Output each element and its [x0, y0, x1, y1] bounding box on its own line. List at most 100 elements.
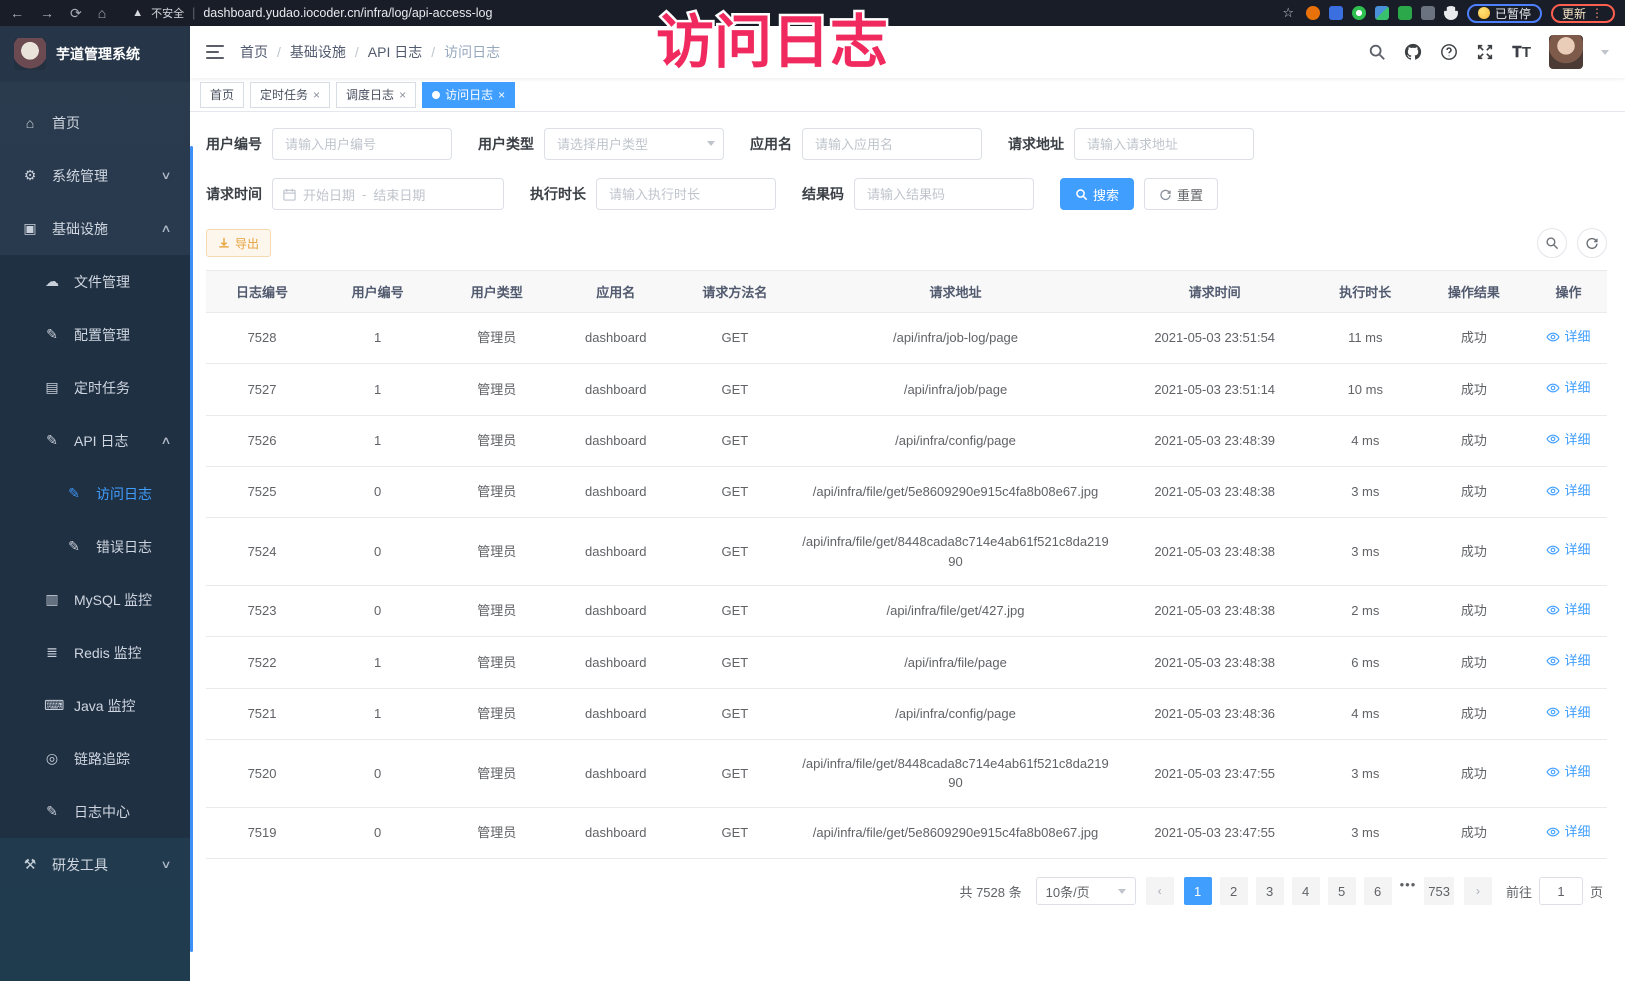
toggle-search-button[interactable] [1537, 228, 1567, 258]
date-range-picker[interactable]: 开始日期 - 结束日期 [272, 178, 504, 210]
github-icon[interactable] [1404, 43, 1422, 61]
search-button[interactable]: 搜索 [1060, 178, 1134, 210]
page-ellipsis[interactable]: ••• [1400, 877, 1417, 905]
extension-icon[interactable] [1306, 6, 1320, 20]
page-button-753[interactable]: 753 [1424, 877, 1454, 905]
next-page-button[interactable]: › [1464, 877, 1492, 905]
sidebar-item-trace[interactable]: ◎链路追踪 [0, 732, 190, 785]
sidebar-item-error-log[interactable]: ✎错误日志 [0, 520, 190, 573]
cell-request-url: /api/infra/file/get/5e8609290e915c4fa8b0… [794, 807, 1116, 858]
sidebar-item-infra[interactable]: ▣基础设施∧ [0, 202, 190, 255]
close-icon[interactable]: × [313, 88, 320, 102]
sidebar-item-job[interactable]: ▤定时任务 [0, 361, 190, 414]
detail-link[interactable]: 详细 [1546, 762, 1590, 782]
request-url-input[interactable] [1074, 128, 1254, 160]
page-button-3[interactable]: 3 [1256, 877, 1284, 905]
prev-page-button[interactable]: ‹ [1146, 877, 1174, 905]
log-icon: ✎ [66, 485, 82, 502]
filter-row-2: 请求时间 开始日期 - 结束日期 执行时长 结果码 [206, 178, 1607, 210]
hamburger-icon[interactable] [206, 45, 224, 59]
sidebar-item-java[interactable]: ⌨Java 监控 [0, 679, 190, 732]
eye-icon [1546, 381, 1560, 395]
help-icon[interactable] [1440, 43, 1458, 61]
avatar[interactable] [1549, 35, 1583, 69]
detail-link[interactable]: 详细 [1546, 481, 1590, 501]
update-badge[interactable]: 更新⋮ [1551, 4, 1615, 23]
reset-button[interactable]: 重置 [1144, 178, 1218, 210]
url-text[interactable]: dashboard.yudao.iocoder.cn/infra/log/api… [203, 6, 492, 20]
extension-icon[interactable] [1375, 6, 1389, 20]
scrollbar-thumb[interactable] [190, 146, 193, 952]
duration-input[interactable] [596, 178, 776, 210]
cell-app-name: dashboard [556, 739, 675, 807]
detail-link[interactable]: 详细 [1546, 651, 1590, 671]
browser-back-icon[interactable]: ← [10, 5, 24, 22]
goto-page-input[interactable] [1539, 877, 1583, 905]
sidebar-item-dev-tools[interactable]: ⚒研发工具∨ [0, 838, 190, 891]
extension-icon[interactable] [1352, 6, 1366, 20]
tab-定时任务[interactable]: 定时任务× [250, 82, 330, 108]
extension-icon[interactable] [1329, 6, 1343, 20]
cell-user-type: 管理员 [437, 688, 556, 739]
sidebar-logo[interactable]: 芋道管理系统 [0, 26, 190, 82]
refresh-table-button[interactable] [1577, 228, 1607, 258]
app-name-input[interactable] [802, 128, 982, 160]
detail-link[interactable]: 详细 [1546, 822, 1590, 842]
sidebar-item-redis[interactable]: ≣Redis 监控 [0, 626, 190, 679]
detail-link[interactable]: 详细 [1546, 540, 1590, 560]
paused-badge[interactable]: 已暂停 [1467, 4, 1542, 23]
breadcrumb-item[interactable]: 首页 [240, 42, 268, 62]
page-size-select[interactable]: 10条/页 [1036, 877, 1136, 905]
breadcrumb-item[interactable]: API 日志 [368, 42, 422, 62]
user-type-select[interactable] [544, 128, 724, 160]
close-icon[interactable]: × [399, 88, 406, 102]
tab-访问日志[interactable]: 访问日志× [422, 82, 515, 108]
browser-forward-icon[interactable]: → [40, 5, 54, 22]
tab-首页[interactable]: 首页 [200, 82, 244, 108]
browser-reload-icon[interactable]: ⟳ [70, 5, 82, 22]
export-button[interactable]: 导出 [206, 229, 271, 257]
sidebar-item-system[interactable]: ⚙系统管理∨ [0, 149, 190, 202]
detail-link[interactable]: 详细 [1546, 378, 1590, 398]
puzzle-extension-icon[interactable] [1444, 6, 1458, 20]
security-label[interactable]: 不安全 [151, 5, 184, 21]
page-button-2[interactable]: 2 [1220, 877, 1248, 905]
close-icon[interactable]: × [498, 88, 505, 102]
cell-log-id: 7519 [206, 807, 318, 858]
font-size-icon[interactable]: 𝐓T [1512, 44, 1531, 61]
detail-link[interactable]: 详细 [1546, 430, 1590, 450]
result-code-input[interactable] [854, 178, 1034, 210]
browser-menu-icon[interactable]: ⋮ [1591, 6, 1604, 20]
date-start-placeholder[interactable]: 开始日期 [303, 185, 355, 204]
extension-icon[interactable] [1421, 6, 1435, 20]
browser-home-icon[interactable]: ⌂ [98, 5, 106, 22]
sidebar-item-file[interactable]: ☁文件管理 [0, 255, 190, 308]
sidebar-item-mysql[interactable]: ▥MySQL 监控 [0, 573, 190, 626]
chevron-down-icon[interactable] [1601, 50, 1609, 55]
detail-link[interactable]: 详细 [1546, 327, 1590, 347]
cell-actions: 详细 [1530, 466, 1607, 517]
sidebar-item-home[interactable]: ⌂首页 [0, 96, 190, 149]
table-row: 75211管理员dashboardGET/api/infra/config/pa… [206, 688, 1607, 739]
tab-调度日志[interactable]: 调度日志× [336, 82, 416, 108]
sidebar-item-api-log[interactable]: ✎API 日志∧ [0, 414, 190, 467]
sidebar-item-config[interactable]: ✎配置管理 [0, 308, 190, 361]
sidebar-item-log-center[interactable]: ✎日志中心 [0, 785, 190, 838]
user-type-select-input[interactable] [544, 128, 724, 160]
search-icon[interactable] [1368, 43, 1386, 61]
user-id-input[interactable] [272, 128, 452, 160]
detail-link[interactable]: 详细 [1546, 600, 1590, 620]
column-header: 请求方法名 [675, 271, 794, 313]
date-end-placeholder[interactable]: 结束日期 [373, 185, 425, 204]
sidebar-item-access-log[interactable]: ✎访问日志 [0, 467, 190, 520]
page-button-4[interactable]: 4 [1292, 877, 1320, 905]
address-bar[interactable]: ▲ 不安全 | dashboard.yudao.iocoder.cn/infra… [118, 5, 1294, 21]
breadcrumb-item[interactable]: 基础设施 [290, 42, 346, 62]
fullscreen-icon[interactable] [1476, 43, 1494, 61]
translate-extension-icon[interactable] [1398, 6, 1412, 20]
detail-link[interactable]: 详细 [1546, 703, 1590, 723]
bookmark-star-icon[interactable]: ☆ [1282, 5, 1294, 21]
page-button-5[interactable]: 5 [1328, 877, 1356, 905]
page-button-1[interactable]: 1 [1184, 877, 1212, 905]
page-button-6[interactable]: 6 [1364, 877, 1392, 905]
